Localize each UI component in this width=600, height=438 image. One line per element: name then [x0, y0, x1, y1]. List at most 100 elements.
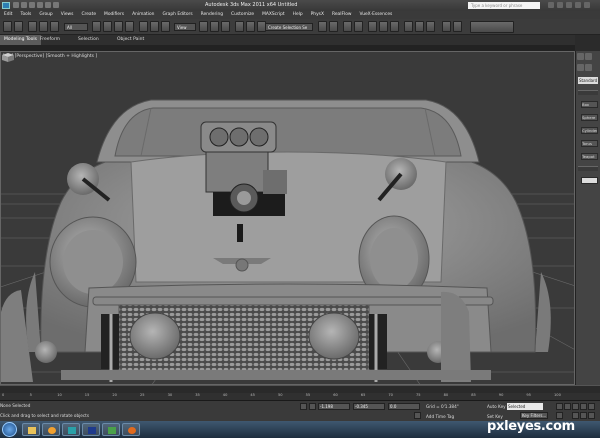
schematic-view-button[interactable] [379, 21, 388, 32]
menu-customize[interactable]: Customize [227, 11, 258, 19]
zoom-icon[interactable] [572, 412, 579, 419]
key-filters-button[interactable]: Key Filters... [520, 412, 548, 419]
star-icon[interactable] [557, 2, 563, 8]
align-button[interactable] [329, 21, 338, 32]
photoshop-taskbar-icon[interactable] [82, 423, 100, 436]
menu-physx[interactable]: PhysX [307, 11, 328, 19]
reference-coord-dropdown[interactable]: View [174, 23, 196, 31]
select-object-button[interactable] [92, 21, 101, 32]
firefox-taskbar-icon[interactable] [122, 423, 140, 436]
app-taskbar-icon[interactable] [102, 423, 120, 436]
menu-help[interactable]: Help [289, 11, 307, 19]
undo-icon[interactable] [37, 2, 43, 8]
time-tag-icon[interactable] [414, 412, 421, 419]
shapes-icon[interactable] [585, 64, 592, 71]
menu-views[interactable]: Views [57, 11, 78, 19]
link-button[interactable] [28, 21, 37, 32]
next-frame-icon[interactable] [580, 403, 587, 410]
menu-maxscript[interactable]: MAXScript [258, 11, 289, 19]
menu-realflow[interactable]: RealFlow [328, 11, 356, 19]
perspective-viewport[interactable]: [ + ] [Perspective] [Smooth + Highlights… [0, 51, 575, 385]
plugin-button[interactable] [453, 21, 462, 32]
rect-select-button[interactable] [114, 21, 123, 32]
primitive-type-dropdown[interactable]: Standard Primitives [578, 77, 598, 84]
name-color-rollout[interactable] [578, 166, 598, 171]
snap-toggle-button[interactable] [235, 21, 244, 32]
viewcube-icon[interactable] [1, 52, 15, 62]
mirror-button[interactable] [318, 21, 327, 32]
unlink-button[interactable] [39, 21, 48, 32]
goto-end-icon[interactable] [588, 403, 595, 410]
curve-editor-button[interactable] [368, 21, 377, 32]
new-file-icon[interactable] [13, 2, 19, 8]
layer-manager-button[interactable] [343, 21, 352, 32]
torus-button[interactable]: Torus [581, 140, 598, 147]
move-button[interactable] [139, 21, 148, 32]
menu-edit[interactable]: Edit [0, 11, 17, 19]
selection-filter-dropdown[interactable]: All [64, 23, 88, 31]
material-editor-button[interactable] [390, 21, 399, 32]
tab-freeform[interactable]: Freeform [36, 35, 64, 45]
orbit-icon[interactable] [588, 412, 595, 419]
bind-space-warp-button[interactable] [50, 21, 59, 32]
object-type-rollout[interactable] [578, 90, 598, 95]
angle-snap-button[interactable] [246, 21, 255, 32]
undo-button[interactable] [3, 21, 12, 32]
redo-icon[interactable] [45, 2, 51, 8]
rotate-button[interactable] [150, 21, 159, 32]
object-name-field[interactable] [581, 177, 598, 184]
z-coordinate-field[interactable]: 0.0 [388, 403, 420, 410]
sphere-button[interactable]: Sphere [581, 114, 598, 121]
render-setup-button[interactable] [404, 21, 413, 32]
lock-selection-icon[interactable] [300, 403, 307, 410]
app-logo-icon[interactable] [2, 2, 10, 9]
scale-button[interactable] [161, 21, 170, 32]
key-mode-icon[interactable] [556, 412, 563, 419]
menu-create[interactable]: Create [77, 11, 100, 19]
track-bar[interactable]: 0 5 10 15 20 25 30 35 40 45 50 55 60 65 70 75 80 85 90 95 10… [0, 393, 600, 401]
minimize-icon[interactable] [575, 2, 581, 8]
redo-button[interactable] [14, 21, 23, 32]
media-player-taskbar-icon[interactable] [42, 423, 60, 436]
menu-modifiers[interactable]: Modifiers [100, 11, 128, 19]
explorer-taskbar-icon[interactable] [22, 423, 40, 436]
menu-vuex[interactable]: VueX·Essences [355, 11, 396, 19]
add-time-tag-button[interactable]: Add Time Tag [426, 414, 454, 419]
time-slider[interactable] [0, 385, 600, 393]
teapot-button[interactable]: Teapot [581, 153, 598, 160]
auto-key-button[interactable]: Auto Key [487, 404, 506, 409]
vray-button[interactable] [442, 21, 451, 32]
menu-graph-editors[interactable]: Graph Editors [158, 11, 196, 19]
manipulate-button[interactable] [210, 21, 219, 32]
keyboard-shortcut-button[interactable] [221, 21, 230, 32]
menu-tools[interactable]: Tools [17, 11, 36, 19]
start-button-icon[interactable] [2, 422, 17, 437]
geometry-icon[interactable] [577, 64, 584, 71]
pan-icon[interactable] [580, 412, 587, 419]
project-folder-icon[interactable] [53, 2, 59, 8]
menu-group[interactable]: Group [35, 11, 56, 19]
x-coordinate-field[interactable]: -1.198 [318, 403, 350, 410]
viewport-label[interactable]: [ + ] [Perspective] [Smooth + Highlights… [3, 54, 97, 59]
close-icon[interactable] [584, 2, 590, 8]
render-production-button[interactable] [426, 21, 435, 32]
save-icon[interactable] [29, 2, 35, 8]
rendered-frame-button[interactable] [415, 21, 424, 32]
modify-tab-icon[interactable] [585, 53, 592, 60]
window-crossing-button[interactable] [125, 21, 134, 32]
tab-object-paint[interactable]: Object Paint [113, 35, 148, 45]
open-file-icon[interactable] [21, 2, 27, 8]
create-tab-icon[interactable] [577, 53, 584, 60]
help-icon[interactable] [566, 2, 572, 8]
box-button[interactable]: Box [581, 101, 598, 108]
3dsmax-taskbar-icon[interactable] [62, 423, 80, 436]
graphite-toggle-button[interactable] [354, 21, 363, 32]
select-by-name-button[interactable] [103, 21, 112, 32]
prev-frame-icon[interactable] [564, 403, 571, 410]
named-selection-dropdown[interactable]: Create Selection Se [265, 23, 313, 31]
y-coordinate-field[interactable]: -0.345 [353, 403, 385, 410]
goto-start-icon[interactable] [556, 403, 563, 410]
menu-rendering[interactable]: Rendering [197, 11, 227, 19]
tab-modeling-tools[interactable]: Modeling Tools [0, 35, 41, 45]
cylinder-button[interactable]: Cylinder [581, 127, 598, 134]
